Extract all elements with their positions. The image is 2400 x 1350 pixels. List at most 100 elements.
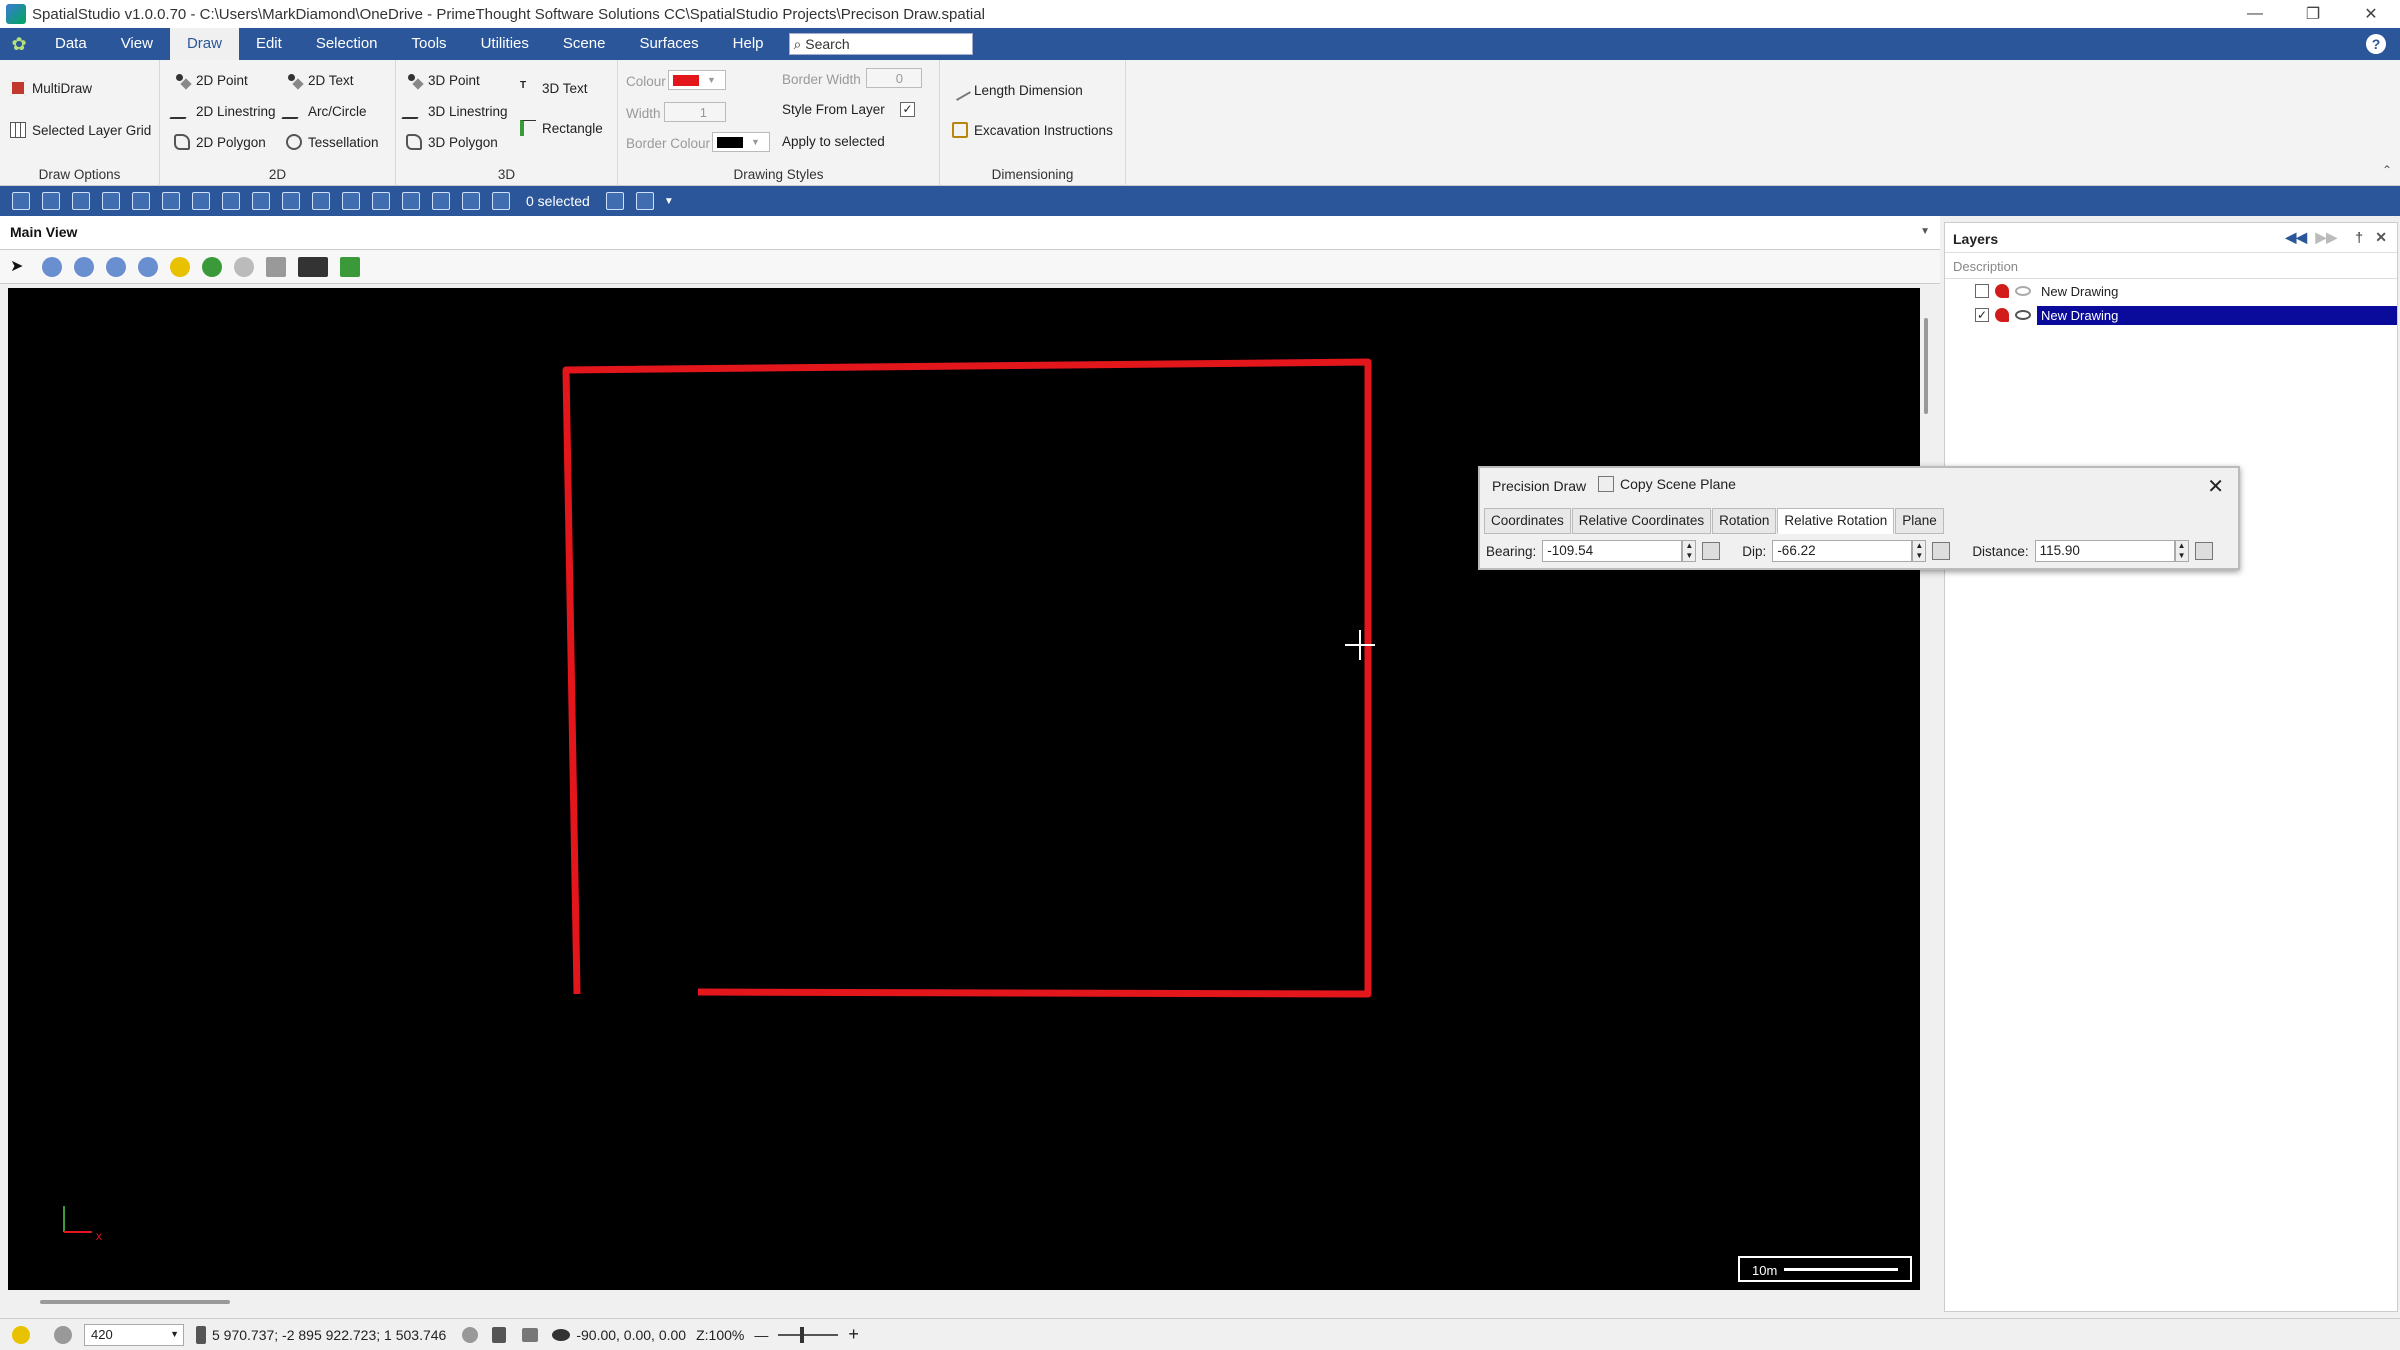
tab-relative-rotation[interactable]: Relative Rotation: [1777, 508, 1895, 534]
select-line-icon[interactable]: [372, 192, 390, 210]
menu-data[interactable]: Data: [38, 28, 104, 60]
settings-gear-icon[interactable]: [170, 256, 190, 277]
pin-icon[interactable]: [282, 192, 300, 210]
dip-input[interactable]: -66.22: [1772, 540, 1913, 562]
globe-icon[interactable]: [252, 192, 270, 210]
axes-icon[interactable]: [192, 192, 210, 210]
snap-icon[interactable]: [462, 1326, 479, 1343]
select-icon[interactable]: [312, 192, 330, 210]
colour-map-icon[interactable]: [132, 192, 150, 210]
close-icon[interactable]: ✕: [2207, 474, 2224, 499]
bookmark-icon[interactable]: [340, 256, 360, 277]
maximize-button[interactable]: ❐: [2284, 0, 2342, 28]
image-icon[interactable]: [162, 192, 180, 210]
save-icon[interactable]: [42, 192, 60, 210]
menu-utilities[interactable]: Utilities: [464, 28, 546, 60]
layer-row-selected[interactable]: ✓ New Drawing: [1945, 303, 2397, 327]
chevron-down-icon[interactable]: ▼: [664, 196, 674, 207]
dip-spinner[interactable]: ▲ ▼: [1912, 540, 1927, 562]
tab-coordinates[interactable]: Coordinates: [1484, 508, 1571, 534]
bearing-spinner[interactable]: ▲ ▼: [1682, 540, 1697, 562]
colour-picker[interactable]: ▼: [668, 70, 726, 90]
excavation-instructions-button[interactable]: Excavation Instructions: [952, 122, 1113, 138]
lock-icon[interactable]: [492, 1326, 507, 1343]
length-dimension-button[interactable]: Length Dimension: [949, 79, 1083, 101]
layer-row[interactable]: New Drawing: [1945, 279, 2397, 303]
3d-text-button[interactable]: T 3D Text: [520, 80, 588, 96]
pointer-icon[interactable]: ➤: [10, 257, 30, 277]
zoom-world-icon[interactable]: [138, 256, 158, 277]
lock-icon[interactable]: [2194, 542, 2213, 560]
vertical-scrollbar[interactable]: [1924, 318, 1928, 414]
zoom-slider[interactable]: [778, 1326, 839, 1343]
grid-view-icon[interactable]: [635, 192, 654, 210]
description-column-header[interactable]: Description: [1945, 253, 2397, 279]
zoom-level-combo[interactable]: 420 ▼: [84, 1323, 184, 1346]
select-area-icon[interactable]: [432, 192, 450, 210]
menu-scene[interactable]: Scene: [546, 28, 623, 60]
lock-icon[interactable]: [1702, 542, 1721, 560]
zoom-out-icon[interactable]: [74, 256, 94, 277]
main-viewport[interactable]: x 10m: [8, 288, 1920, 1290]
drawn-linestring[interactable]: [568, 650, 1370, 1288]
red-polyline-shape[interactable]: [562, 358, 1372, 998]
previous-view-icon[interactable]: [202, 256, 222, 277]
layers-icon[interactable]: [102, 192, 120, 210]
layer-visibility-checkbox[interactable]: [1975, 284, 1989, 298]
selected-layer-grid-button[interactable]: Selected Layer Grid: [10, 122, 151, 138]
distance-spinner[interactable]: ▲ ▼: [2174, 540, 2189, 562]
copy-scene-plane-button[interactable]: Copy Scene Plane: [1598, 476, 1736, 492]
lock-icon[interactable]: [1932, 542, 1951, 560]
border-width-field[interactable]: 0: [866, 68, 922, 88]
select-point-icon[interactable]: [342, 192, 360, 210]
open-icon[interactable]: [12, 192, 30, 210]
search-box[interactable]: ⌕ Search: [788, 33, 973, 55]
2d-point-button[interactable]: 2D Point: [174, 72, 248, 88]
next-view-icon[interactable]: [234, 256, 254, 277]
main-view-tab[interactable]: Main View: [10, 224, 77, 240]
border-colour-picker[interactable]: ▼: [712, 132, 770, 152]
select-box-icon[interactable]: [462, 192, 480, 210]
message-icon[interactable]: [522, 1327, 539, 1342]
forward-arrow-icon[interactable]: ▶▶: [2315, 229, 2337, 246]
measure-icon[interactable]: [222, 192, 240, 210]
help-icon[interactable]: ?: [2366, 34, 2386, 54]
zoom-in-icon[interactable]: [42, 256, 62, 277]
zoom-extents-icon[interactable]: [106, 256, 126, 277]
eye-icon[interactable]: [2015, 286, 2031, 296]
layer-visibility-checkbox[interactable]: ✓: [1975, 308, 1989, 322]
rectangle-button[interactable]: Rectangle: [520, 120, 603, 136]
select-polygon-icon[interactable]: [402, 192, 420, 210]
zoom-in-button[interactable]: +: [848, 1324, 859, 1345]
eye-icon[interactable]: [2015, 310, 2031, 320]
menu-draw[interactable]: Draw: [169, 28, 239, 60]
menu-view[interactable]: View: [104, 28, 170, 60]
menu-tools[interactable]: Tools: [395, 28, 464, 60]
bearing-input[interactable]: -109.54: [1542, 540, 1683, 562]
multidraw-button[interactable]: MultiDraw: [10, 80, 92, 96]
eye-icon[interactable]: [552, 1328, 571, 1341]
menu-edit[interactable]: Edit: [239, 28, 299, 60]
chevron-down-icon[interactable]: ▼: [1920, 226, 1930, 237]
close-panel-icon[interactable]: ✕: [2375, 229, 2387, 246]
tab-relative-coordinates[interactable]: Relative Coordinates: [1571, 508, 1712, 534]
grid-icon[interactable]: [266, 256, 286, 277]
lightbulb-icon[interactable]: [12, 1325, 30, 1344]
style-from-layer-checkbox[interactable]: ✓: [900, 102, 915, 117]
horizontal-scrollbar[interactable]: [40, 1300, 230, 1304]
3d-point-button[interactable]: 3D Point: [406, 72, 480, 88]
clear-selection-icon[interactable]: [492, 192, 510, 210]
2d-linestring-button[interactable]: 2D Linestring: [169, 103, 276, 119]
2d-text-button[interactable]: 2D Text: [286, 72, 354, 88]
pin-icon[interactable]: †: [2355, 229, 2363, 245]
menu-surfaces[interactable]: Surfaces: [622, 28, 715, 60]
menu-help[interactable]: Help: [716, 28, 781, 60]
3d-polygon-button[interactable]: 3D Polygon: [406, 134, 498, 150]
width-field[interactable]: 1: [664, 102, 726, 122]
tab-rotation[interactable]: Rotation: [1712, 508, 1777, 534]
apply-to-selected-button[interactable]: Apply to selected: [782, 134, 885, 149]
copy-selection-icon[interactable]: [605, 192, 624, 210]
app-menu-icon[interactable]: ✿: [0, 28, 38, 60]
render-mode-icon[interactable]: [298, 256, 328, 277]
2d-polygon-button[interactable]: 2D Polygon: [174, 134, 266, 150]
